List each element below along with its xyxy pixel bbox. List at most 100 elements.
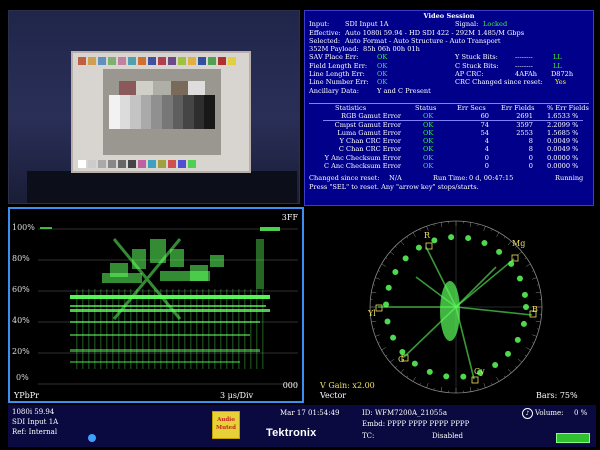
stat-err-secs: 4 (484, 137, 489, 146)
input-value: SDI Input 1A (345, 20, 389, 29)
vs-trace-dot (415, 244, 422, 251)
wf-trace-segment (208, 289, 210, 369)
wf-trace-segment (142, 289, 144, 369)
v-gain: V Gain: x2.00 (320, 381, 375, 390)
vs-trace-dot (523, 304, 529, 310)
vs-graticule-tick (375, 277, 380, 280)
status-indicator-icon (88, 434, 96, 442)
waveform-pane[interactable]: 100% 80% 60% 40% 20% 0% 3FF 000 YPbPr 3 … (8, 207, 304, 403)
wf-trace-segment (178, 289, 180, 369)
vs-trace-dot (465, 235, 472, 242)
wf-tick-20: 20% (12, 347, 30, 356)
vs-trace-dot (448, 234, 455, 241)
vs-graticule-tick (517, 358, 523, 363)
wf-trace-segment (124, 289, 126, 369)
color-patch-row (119, 81, 206, 95)
vs-trace-dot (426, 368, 433, 375)
stat-status: OK (423, 153, 434, 162)
wf-trace-segment (226, 289, 228, 369)
tektronix-logo: Tektronix (266, 427, 317, 439)
stat-err-secs: 4 (484, 145, 489, 154)
wf-trace-segment (70, 321, 260, 323)
vs-graticule-tick (412, 377, 416, 382)
vs-target-box (375, 304, 383, 312)
ap-crc-label: AP CRC: (455, 70, 484, 79)
wf-tick-0: 0% (16, 373, 29, 382)
vectorscope-pane[interactable]: R Mg B Cy G Yl V Gain: x2.00 Vector Bars… (306, 207, 596, 403)
video-session-pane[interactable]: Video Session Input: SDI Input 1A Signal… (304, 10, 594, 206)
vs-trace-dot (520, 320, 527, 327)
stat-status: OK (423, 137, 434, 146)
stats-row: Y Chan CRC Error OK 4 8 0.0049 % (305, 137, 593, 145)
vs-graticule-tick (395, 366, 397, 368)
vs-graticule-tick (385, 354, 388, 357)
stat-name: C Chan CRC Error (338, 145, 401, 154)
picture-monitor-pane[interactable] (8, 10, 300, 204)
stat-pct: 0.0000 % (547, 162, 579, 171)
wf-scale: 3 μs/Div (220, 391, 254, 400)
ap-crc-value-1: 4AFAh (515, 70, 537, 79)
audio-badge-line2: Muted (216, 425, 236, 431)
selected-label: Selected: (309, 36, 341, 45)
vs-trace-dot (402, 255, 409, 262)
wf-trace-segment (244, 289, 246, 369)
wf-trace-segment (232, 289, 234, 369)
y-stuck-label: Y Stuck Bits: (455, 53, 498, 62)
wf-trace-segment (76, 289, 78, 369)
vs-trace-dot (516, 275, 523, 282)
field-length-row: Field Length Err: OK C Stuck Bits: -----… (305, 62, 593, 70)
tc-value: Disabled (432, 432, 463, 440)
wf-trace-segment (256, 289, 258, 369)
wf-trace-segment (118, 289, 120, 369)
wf-trace-segment (190, 289, 192, 369)
vs-trace-spoke (455, 306, 533, 316)
vs-graticule-tick (412, 232, 416, 237)
vs-graticule-tick (524, 257, 527, 260)
line-length-value: OK (377, 70, 388, 79)
wf-top-right: 3FF (281, 213, 298, 222)
vs-graticule-tick (532, 342, 535, 344)
vs-graticule-tick (377, 342, 380, 344)
vs-graticule-tick (419, 228, 421, 231)
vs-graticule-tick (503, 375, 506, 378)
sav-value: OK (377, 53, 388, 62)
status-ref: Ref: Internal (12, 428, 58, 436)
target-r: R (424, 231, 431, 240)
vs-trace-dot (390, 334, 397, 341)
stat-err-fields: 0 (528, 162, 533, 171)
vs-graticule-tick (440, 386, 443, 392)
changed-label: Changed since reset: (309, 174, 380, 183)
help-text: Press "SEL" to reset. Any "arrow key" st… (309, 182, 479, 191)
status-id: ID: WFM7200A_21055a (362, 409, 447, 417)
vs-graticule-tick (419, 383, 421, 386)
stat-pct: 0.0049 % (547, 137, 579, 146)
stat-err-secs: 0 (484, 153, 489, 162)
stat-pct: 0.0000 % (547, 153, 579, 162)
vs-graticule-tick (381, 347, 386, 351)
wf-trace-segment (160, 289, 162, 369)
vs-trace-dot (492, 362, 499, 369)
wf-bottom-right: 000 (282, 381, 298, 390)
stat-err-fields: 3597 (516, 120, 533, 129)
vs-graticule-tick (524, 354, 527, 357)
vector-mode: Vector (320, 391, 347, 400)
audio-muted-badge[interactable]: Audio Muted (212, 411, 240, 439)
sav-row: SAV Place Err: OK Y Stuck Bits: --------… (305, 53, 593, 61)
wf-trace-segment (250, 289, 252, 369)
wf-trace-segment (214, 289, 216, 369)
wf-trace-segment (132, 249, 146, 269)
vs-graticule-tick (532, 334, 537, 337)
stat-status: OK (423, 120, 434, 129)
sav-label: SAV Place Err: (309, 53, 359, 62)
target-b: B (532, 305, 538, 314)
signal-value: Locked (483, 20, 508, 29)
stat-pct: 1.5685 % (547, 128, 579, 137)
stat-err-secs: 54 (480, 128, 489, 137)
wf-trace-segment (88, 289, 90, 369)
status-embd: Embd: PPPP PPPP PPPP PPPP (362, 420, 470, 428)
stat-name: Y Anc Checksum Error (324, 153, 401, 162)
battery-meter-icon (556, 433, 590, 443)
wf-trace-segment (106, 289, 108, 369)
target-g: G (398, 355, 405, 364)
vs-graticule-tick (406, 375, 409, 378)
